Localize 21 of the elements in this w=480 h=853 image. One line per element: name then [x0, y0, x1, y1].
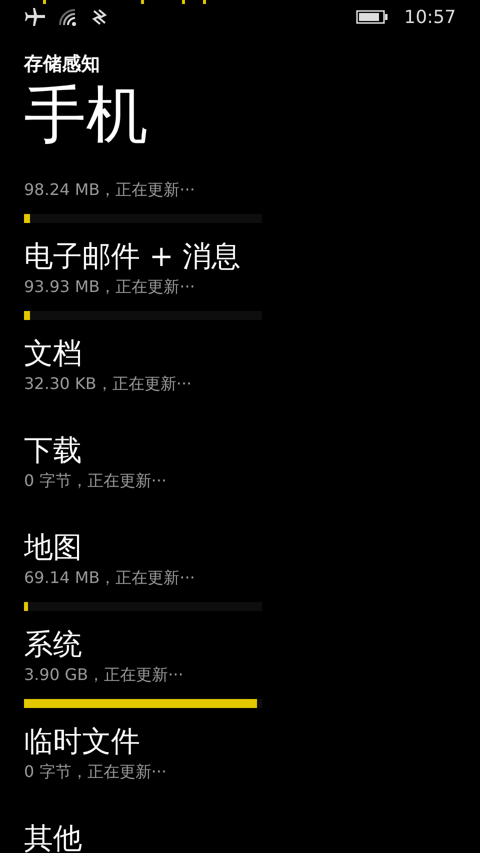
airplane-icon — [24, 7, 46, 27]
storage-category[interactable]: 地图 — [24, 528, 82, 566]
clock-time: 10:57 — [404, 6, 456, 28]
storage-category[interactable]: 下载 — [24, 431, 82, 469]
storage-category[interactable]: 文档 — [24, 334, 82, 372]
storage-category[interactable]: 系统 — [24, 625, 82, 663]
storage-size: 98.24 MB，正在更新··· — [24, 179, 195, 201]
storage-category[interactable]: 电子邮件 + 消息 — [24, 237, 241, 275]
storage-category[interactable]: 临时文件 — [24, 722, 140, 760]
page-title: 手机 — [24, 78, 148, 152]
storage-size: 0 字节，正在更新··· — [24, 470, 167, 492]
storage-size: 0 字节，正在更新··· — [24, 761, 167, 783]
storage-size: 32.30 KB，正在更新··· — [24, 373, 192, 395]
signal-icon — [90, 8, 108, 26]
app-title: 存储感知 — [24, 52, 100, 77]
wifi-icon — [58, 8, 78, 26]
battery-icon — [356, 10, 388, 24]
storage-size: 3.90 GB，正在更新··· — [24, 664, 184, 686]
storage-size: 93.93 MB，正在更新··· — [24, 276, 195, 298]
storage-category[interactable]: 其他 — [24, 819, 82, 853]
storage-size: 69.14 MB，正在更新··· — [24, 567, 195, 589]
